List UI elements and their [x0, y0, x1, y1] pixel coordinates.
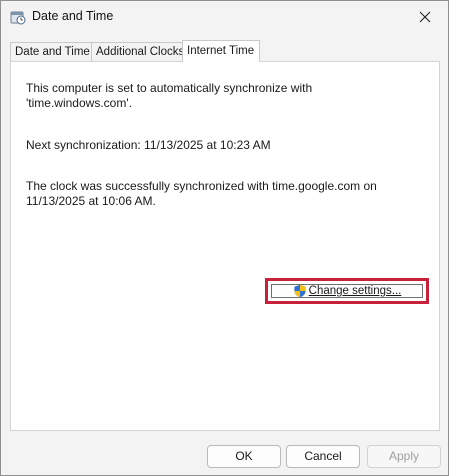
internet-time-panel: This computer is set to automatically sy…	[10, 61, 440, 431]
ok-button[interactable]: OK	[207, 445, 281, 468]
sync-description-line2: 'time.windows.com'.	[26, 96, 132, 110]
tab-additional-clocks[interactable]: Additional Clocks	[91, 42, 190, 61]
sync-status-line1: The clock was successfully synchronized …	[26, 179, 377, 193]
tab-date-and-time[interactable]: Date and Time	[10, 42, 95, 61]
uac-shield-icon	[293, 284, 307, 298]
change-settings-highlight: Change settings...	[265, 278, 429, 304]
close-button[interactable]	[402, 1, 448, 33]
change-settings-label: Change settings...	[308, 285, 402, 297]
tab-internet-time[interactable]: Internet Time	[182, 40, 260, 62]
date-time-dialog: Date and Time Date and Time Additional C…	[0, 0, 449, 476]
apply-button[interactable]: Apply	[367, 445, 441, 468]
window-title: Date and Time	[32, 9, 114, 23]
sync-description: This computer is set to automatically sy…	[26, 81, 426, 111]
close-icon	[419, 11, 431, 23]
sync-description-line1: This computer is set to automatically sy…	[26, 81, 313, 95]
sync-status-line2: 11/13/2025 at 10:06 AM.	[26, 194, 156, 208]
cancel-button[interactable]: Cancel	[286, 445, 360, 468]
change-settings-button[interactable]: Change settings...	[271, 284, 423, 298]
next-sync-text: Next synchronization: 11/13/2025 at 10:2…	[26, 138, 271, 152]
sync-status: The clock was successfully synchronized …	[26, 179, 426, 209]
title-bar: Date and Time	[1, 1, 448, 33]
date-time-icon	[10, 9, 26, 25]
